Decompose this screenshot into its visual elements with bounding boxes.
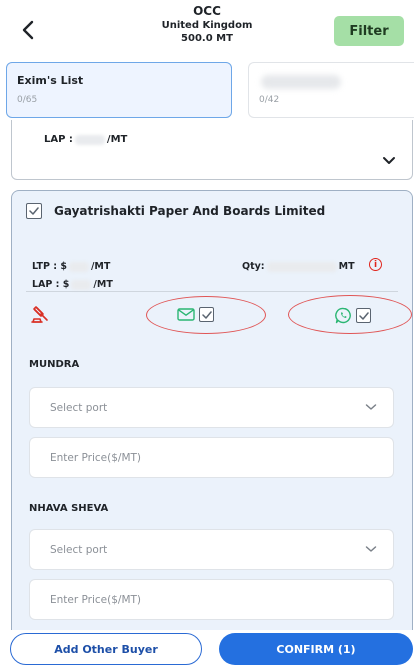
lap-line: LAP : $ /MT xyxy=(32,279,113,290)
whatsapp-icon xyxy=(335,307,351,324)
ltp-unit: /MT xyxy=(90,261,111,272)
price-input[interactable]: Enter Price($/MT) xyxy=(29,579,394,620)
select-port-dropdown[interactable]: Select port xyxy=(29,529,394,570)
buyer-card: Gayatrishakti Paper And Boards Limited L… xyxy=(11,190,413,630)
tab-exims-list[interactable]: Exim's List 0/65 xyxy=(6,62,232,118)
expand-toggle[interactable] xyxy=(382,150,396,169)
whatsapp-option[interactable] xyxy=(335,307,371,324)
lap-unit: /MT xyxy=(93,279,113,290)
qty-line: Qty: MT xyxy=(242,261,355,272)
top-bar: OCC United Kingdom 500.0 MT Filter xyxy=(0,0,414,62)
lap-line: LAP : /MT xyxy=(44,134,127,145)
divider xyxy=(26,291,398,292)
confirm-button[interactable]: CONFIRM (1) xyxy=(219,633,413,665)
select-port-placeholder: Select port xyxy=(50,543,108,556)
bid-button[interactable] xyxy=(30,305,52,329)
add-other-buyer-button[interactable]: Add Other Buyer xyxy=(10,633,202,665)
redacted-value xyxy=(68,261,89,272)
check-icon xyxy=(29,207,39,215)
tab-second-list[interactable]: 0/42 xyxy=(248,62,414,118)
price-placeholder: Enter Price($/MT) xyxy=(50,451,142,464)
lap-label: LAP : $ xyxy=(32,279,70,290)
lap-label: LAP : xyxy=(44,134,73,145)
previous-buyer-card[interactable]: LAP : /MT xyxy=(11,120,413,180)
select-port-dropdown[interactable]: Select port xyxy=(29,387,394,428)
check-icon xyxy=(358,311,369,320)
qty-label: Qty: xyxy=(242,261,265,272)
redacted-value xyxy=(71,279,92,290)
chevron-down-icon xyxy=(383,157,395,164)
email-checkbox[interactable] xyxy=(199,307,214,322)
email-icon xyxy=(177,308,195,321)
ltp-line: LTP : $ /MT xyxy=(32,261,110,272)
gavel-icon xyxy=(31,306,48,323)
buyer-select-checkbox[interactable] xyxy=(26,203,42,219)
price-input[interactable]: Enter Price($/MT) xyxy=(29,437,394,478)
tab-label: Exim's List xyxy=(17,74,84,87)
tab-count: 0/65 xyxy=(17,95,38,105)
contact-options xyxy=(12,293,412,338)
ltp-label: LTP : $ xyxy=(32,261,67,272)
redacted-tab-label xyxy=(261,75,341,89)
redacted-value xyxy=(266,261,337,272)
chevron-down-icon xyxy=(365,402,377,414)
info-icon[interactable]: i xyxy=(369,258,382,271)
list-tabs: Exim's List 0/65 0/42 xyxy=(0,62,414,120)
check-icon xyxy=(201,310,212,319)
price-placeholder: Enter Price($/MT) xyxy=(50,593,142,606)
port-name: NHAVA SHEVA xyxy=(29,503,109,514)
select-port-placeholder: Select port xyxy=(50,401,108,414)
lap-unit: /MT xyxy=(106,134,128,145)
bottom-action-bar: Add Other Buyer CONFIRM (1) xyxy=(0,630,414,665)
chevron-down-icon xyxy=(365,544,377,556)
email-option[interactable] xyxy=(177,307,214,322)
tab-count: 0/42 xyxy=(259,95,280,105)
buyer-name: Gayatrishakti Paper And Boards Limited xyxy=(54,204,326,218)
buyer-header: Gayatrishakti Paper And Boards Limited xyxy=(26,203,325,219)
qty-unit: MT xyxy=(338,261,355,272)
port-name: MUNDRA xyxy=(29,359,80,370)
whatsapp-checkbox[interactable] xyxy=(356,308,371,323)
filter-button[interactable]: Filter xyxy=(334,16,404,46)
redacted-value xyxy=(74,134,105,145)
